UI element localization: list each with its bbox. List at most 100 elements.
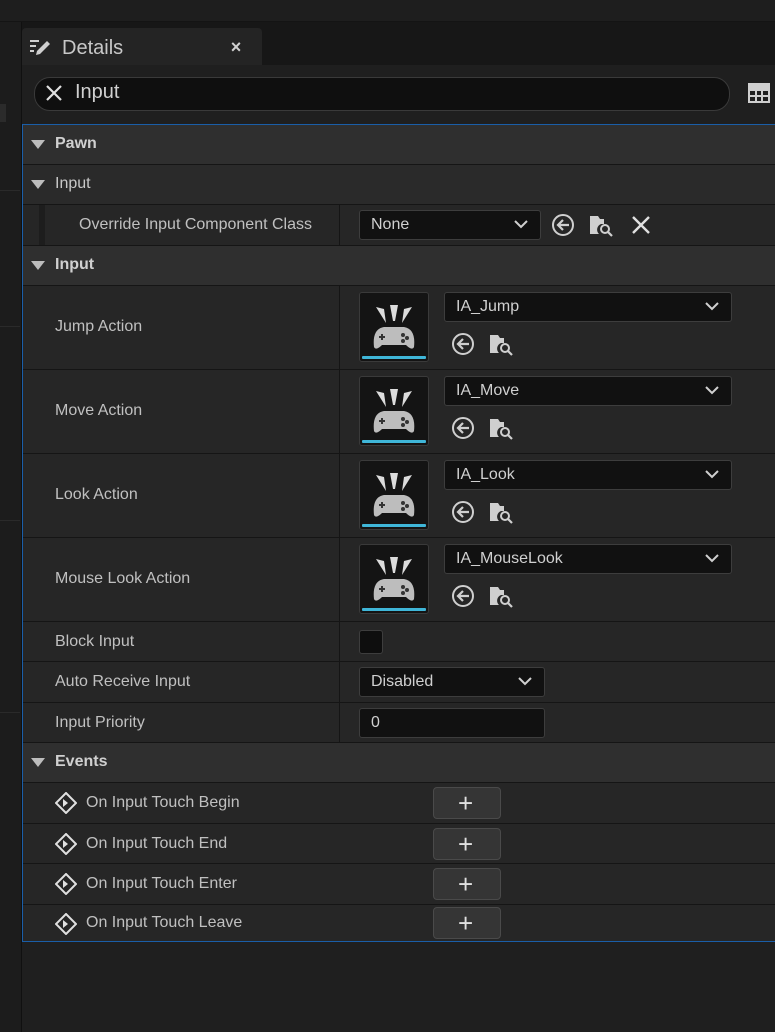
add-event-button[interactable]: + bbox=[433, 907, 501, 939]
chevron-down-icon bbox=[705, 386, 719, 395]
asset-type-color-bar bbox=[362, 356, 426, 359]
property-row-block-input: Block Input bbox=[23, 622, 775, 662]
browse-folder-icon[interactable] bbox=[489, 500, 513, 524]
add-event-button[interactable]: + bbox=[433, 868, 501, 900]
look-action-dropdown[interactable]: IA_Look bbox=[444, 460, 732, 490]
expand-triangle-icon[interactable] bbox=[31, 140, 45, 149]
event-diamond-icon bbox=[55, 913, 77, 935]
property-row-mouse-look-action: Mouse Look Action IA_MouseLook bbox=[23, 538, 775, 622]
column-divider[interactable] bbox=[339, 662, 340, 702]
asset-thumbnail[interactable] bbox=[359, 292, 429, 362]
gamepad-icon bbox=[373, 473, 415, 517]
clear-search-icon[interactable] bbox=[45, 84, 63, 102]
use-selected-icon[interactable] bbox=[451, 332, 475, 356]
strip-divider bbox=[0, 190, 20, 191]
collapsed-panel-handle[interactable] bbox=[0, 104, 6, 122]
event-diamond-icon bbox=[55, 833, 77, 855]
column-divider[interactable] bbox=[339, 286, 340, 369]
add-event-button[interactable]: + bbox=[433, 787, 501, 819]
property-label: Input Priority bbox=[55, 714, 145, 731]
property-row-move-action: Move Action IA_Move bbox=[23, 370, 775, 454]
jump-action-dropdown[interactable]: IA_Jump bbox=[444, 292, 732, 322]
browse-folder-icon[interactable] bbox=[489, 416, 513, 440]
details-content: Pawn Input Override Input Component Clas… bbox=[22, 124, 775, 942]
expand-triangle-icon[interactable] bbox=[31, 180, 45, 189]
column-divider[interactable] bbox=[339, 703, 340, 742]
expand-triangle-icon[interactable] bbox=[31, 261, 45, 270]
event-row-touch-begin: On Input Touch Begin + bbox=[23, 783, 775, 824]
plus-icon: + bbox=[458, 829, 474, 859]
pencil-icon bbox=[30, 40, 50, 55]
override-class-dropdown[interactable]: None bbox=[359, 210, 541, 240]
strip-divider bbox=[0, 712, 20, 713]
property-label: Jump Action bbox=[55, 318, 143, 335]
browse-folder-icon[interactable] bbox=[589, 213, 613, 237]
plus-icon: + bbox=[458, 788, 474, 818]
column-divider[interactable] bbox=[339, 205, 340, 245]
asset-thumbnail[interactable] bbox=[359, 544, 429, 614]
left-panel-strip bbox=[0, 22, 22, 1032]
top-toolbar-strip bbox=[0, 0, 775, 22]
category-events[interactable]: Events bbox=[23, 743, 775, 783]
property-label: Move Action bbox=[55, 402, 143, 419]
column-divider[interactable] bbox=[339, 538, 340, 621]
event-row-touch-end: On Input Touch End + bbox=[23, 824, 775, 864]
add-event-button[interactable]: + bbox=[433, 828, 501, 860]
block-input-checkbox[interactable] bbox=[359, 630, 383, 654]
category-pawn[interactable]: Pawn bbox=[23, 125, 775, 165]
column-divider[interactable] bbox=[339, 370, 340, 453]
tab-bar: Details × bbox=[22, 22, 775, 65]
browse-folder-icon[interactable] bbox=[489, 332, 513, 356]
column-divider[interactable] bbox=[339, 454, 340, 537]
property-label: Mouse Look Action bbox=[55, 570, 191, 587]
column-divider[interactable] bbox=[339, 622, 340, 661]
event-label: On Input Touch Leave bbox=[86, 914, 243, 931]
search-input[interactable]: Input bbox=[75, 81, 119, 104]
dropdown-value: IA_MouseLook bbox=[456, 550, 563, 567]
chevron-down-icon bbox=[518, 677, 532, 686]
use-selected-icon[interactable] bbox=[451, 416, 475, 440]
asset-thumbnail[interactable] bbox=[359, 376, 429, 446]
clear-icon[interactable] bbox=[629, 213, 653, 237]
event-row-touch-enter: On Input Touch Enter + bbox=[23, 864, 775, 905]
details-panel: Details × Input Pawn Input Override Inpu… bbox=[22, 22, 775, 1032]
indent-guide bbox=[39, 205, 45, 245]
subcategory-input[interactable]: Input bbox=[23, 165, 775, 205]
use-selected-icon[interactable] bbox=[451, 500, 475, 524]
asset-type-color-bar bbox=[362, 440, 426, 443]
asset-type-color-bar bbox=[362, 524, 426, 527]
property-matrix-icon[interactable] bbox=[748, 82, 770, 104]
event-row-touch-leave: On Input Touch Leave + bbox=[23, 905, 775, 941]
use-selected-icon[interactable] bbox=[451, 584, 475, 608]
strip-divider bbox=[0, 520, 20, 521]
use-selected-icon[interactable] bbox=[551, 213, 575, 237]
dropdown-value: IA_Move bbox=[456, 382, 520, 399]
plus-icon: + bbox=[458, 908, 474, 938]
gamepad-icon bbox=[373, 389, 415, 433]
auto-receive-input-dropdown[interactable]: Disabled bbox=[359, 667, 545, 697]
input-priority-field[interactable]: 0 bbox=[359, 708, 545, 738]
property-row-look-action: Look Action IA_Look bbox=[23, 454, 775, 538]
expand-triangle-icon[interactable] bbox=[31, 758, 45, 767]
plus-icon: + bbox=[458, 869, 474, 899]
property-label: Block Input bbox=[55, 633, 135, 650]
move-action-dropdown[interactable]: IA_Move bbox=[444, 376, 732, 406]
category-title: Events bbox=[55, 753, 108, 770]
asset-thumbnail[interactable] bbox=[359, 460, 429, 530]
browse-folder-icon[interactable] bbox=[489, 584, 513, 608]
tab-details[interactable]: Details × bbox=[22, 28, 262, 65]
close-tab-button[interactable]: × bbox=[227, 36, 245, 58]
gamepad-icon bbox=[373, 557, 415, 601]
category-title: Pawn bbox=[55, 135, 97, 152]
category-input[interactable]: Input bbox=[23, 246, 775, 286]
dropdown-value: IA_Jump bbox=[456, 298, 520, 315]
chevron-down-icon bbox=[705, 554, 719, 563]
event-label: On Input Touch Enter bbox=[86, 875, 237, 892]
mouse-look-action-dropdown[interactable]: IA_MouseLook bbox=[444, 544, 732, 574]
gamepad-icon bbox=[373, 305, 415, 349]
event-label: On Input Touch End bbox=[86, 835, 228, 852]
field-value[interactable]: 0 bbox=[371, 714, 380, 732]
event-label: On Input Touch Begin bbox=[86, 794, 240, 811]
chevron-down-icon bbox=[705, 470, 719, 479]
search-field[interactable]: Input bbox=[34, 77, 730, 111]
